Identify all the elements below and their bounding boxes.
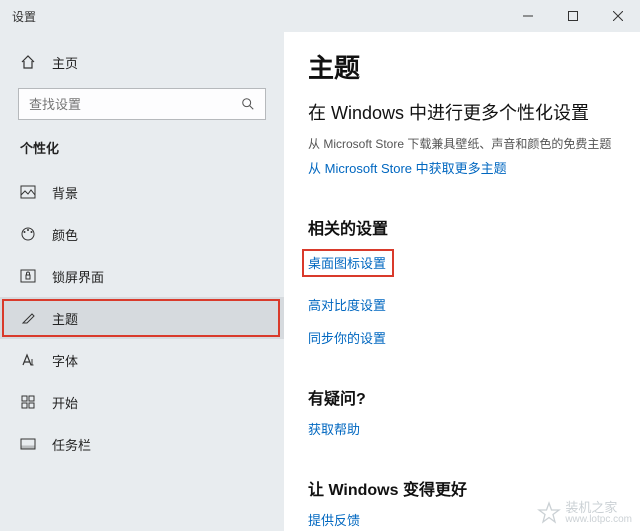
picture-icon (20, 184, 36, 200)
nav-label: 背景 (52, 183, 78, 202)
nav-label: 锁屏界面 (52, 267, 104, 286)
sidebar: 主页 个性化 背景 颜色 (0, 32, 284, 531)
related-section: 相关的设置 桌面图标设置 高对比度设置 同步你的设置 (308, 215, 616, 357)
maximize-button[interactable] (550, 0, 595, 32)
search-icon (231, 97, 265, 111)
star-icon (537, 501, 561, 525)
nav-item-colors[interactable]: 颜色 (0, 213, 284, 255)
help-section: 有疑问? 获取帮助 (308, 385, 616, 448)
nav-list: 背景 颜色 锁屏界面 主题 (0, 171, 284, 465)
brush-icon (20, 310, 36, 326)
font-icon (20, 352, 36, 368)
nav-label: 颜色 (52, 225, 78, 244)
feedback-title: 让 Windows 变得更好 (308, 476, 616, 500)
search-input[interactable] (19, 97, 231, 112)
palette-icon (20, 226, 36, 242)
link-high-contrast[interactable]: 高对比度设置 (308, 295, 386, 314)
section-label: 个性化 (0, 134, 284, 171)
nav-item-fonts[interactable]: 字体 (0, 339, 284, 381)
start-icon (20, 394, 36, 410)
nav-item-background[interactable]: 背景 (0, 171, 284, 213)
link-feedback[interactable]: 提供反馈 (308, 510, 360, 529)
watermark-brand: 装机之家 (565, 501, 632, 514)
watermark-url: www.lotpc.com (565, 514, 632, 525)
search-box[interactable] (18, 88, 266, 120)
home-icon (20, 54, 36, 70)
page-subheading: 在 Windows 中进行更多个性化设置 (308, 99, 616, 125)
help-title: 有疑问? (308, 385, 616, 409)
home-link[interactable]: 主页 (0, 42, 284, 82)
nav-label: 开始 (52, 393, 78, 412)
title-bar: 设置 (0, 0, 640, 32)
link-get-help[interactable]: 获取帮助 (308, 419, 360, 438)
watermark: 装机之家 www.lotpc.com (537, 501, 632, 525)
home-label: 主页 (52, 53, 78, 72)
minimize-button[interactable] (505, 0, 550, 32)
window-title: 设置 (12, 8, 505, 25)
nav-label: 任务栏 (52, 435, 91, 454)
nav-label: 主题 (52, 309, 78, 328)
link-sync-settings[interactable]: 同步你的设置 (308, 328, 386, 347)
store-link[interactable]: 从 Microsoft Store 中获取更多主题 (308, 158, 507, 177)
lock-screen-icon (20, 268, 36, 284)
related-title: 相关的设置 (308, 215, 616, 239)
nav-item-taskbar[interactable]: 任务栏 (0, 423, 284, 465)
page-heading: 主题 (308, 48, 616, 85)
nav-item-lockscreen[interactable]: 锁屏界面 (0, 255, 284, 297)
nav-item-themes[interactable]: 主题 (0, 297, 284, 339)
main-content: 主题 在 Windows 中进行更多个性化设置 从 Microsoft Stor… (284, 32, 640, 531)
nav-label: 字体 (52, 351, 78, 370)
nav-item-start[interactable]: 开始 (0, 381, 284, 423)
close-button[interactable] (595, 0, 640, 32)
link-desktop-icon-settings[interactable]: 桌面图标设置 (302, 249, 394, 277)
taskbar-icon (20, 436, 36, 452)
store-description: 从 Microsoft Store 下载兼具壁纸、声音和颜色的免费主题 (308, 135, 616, 152)
